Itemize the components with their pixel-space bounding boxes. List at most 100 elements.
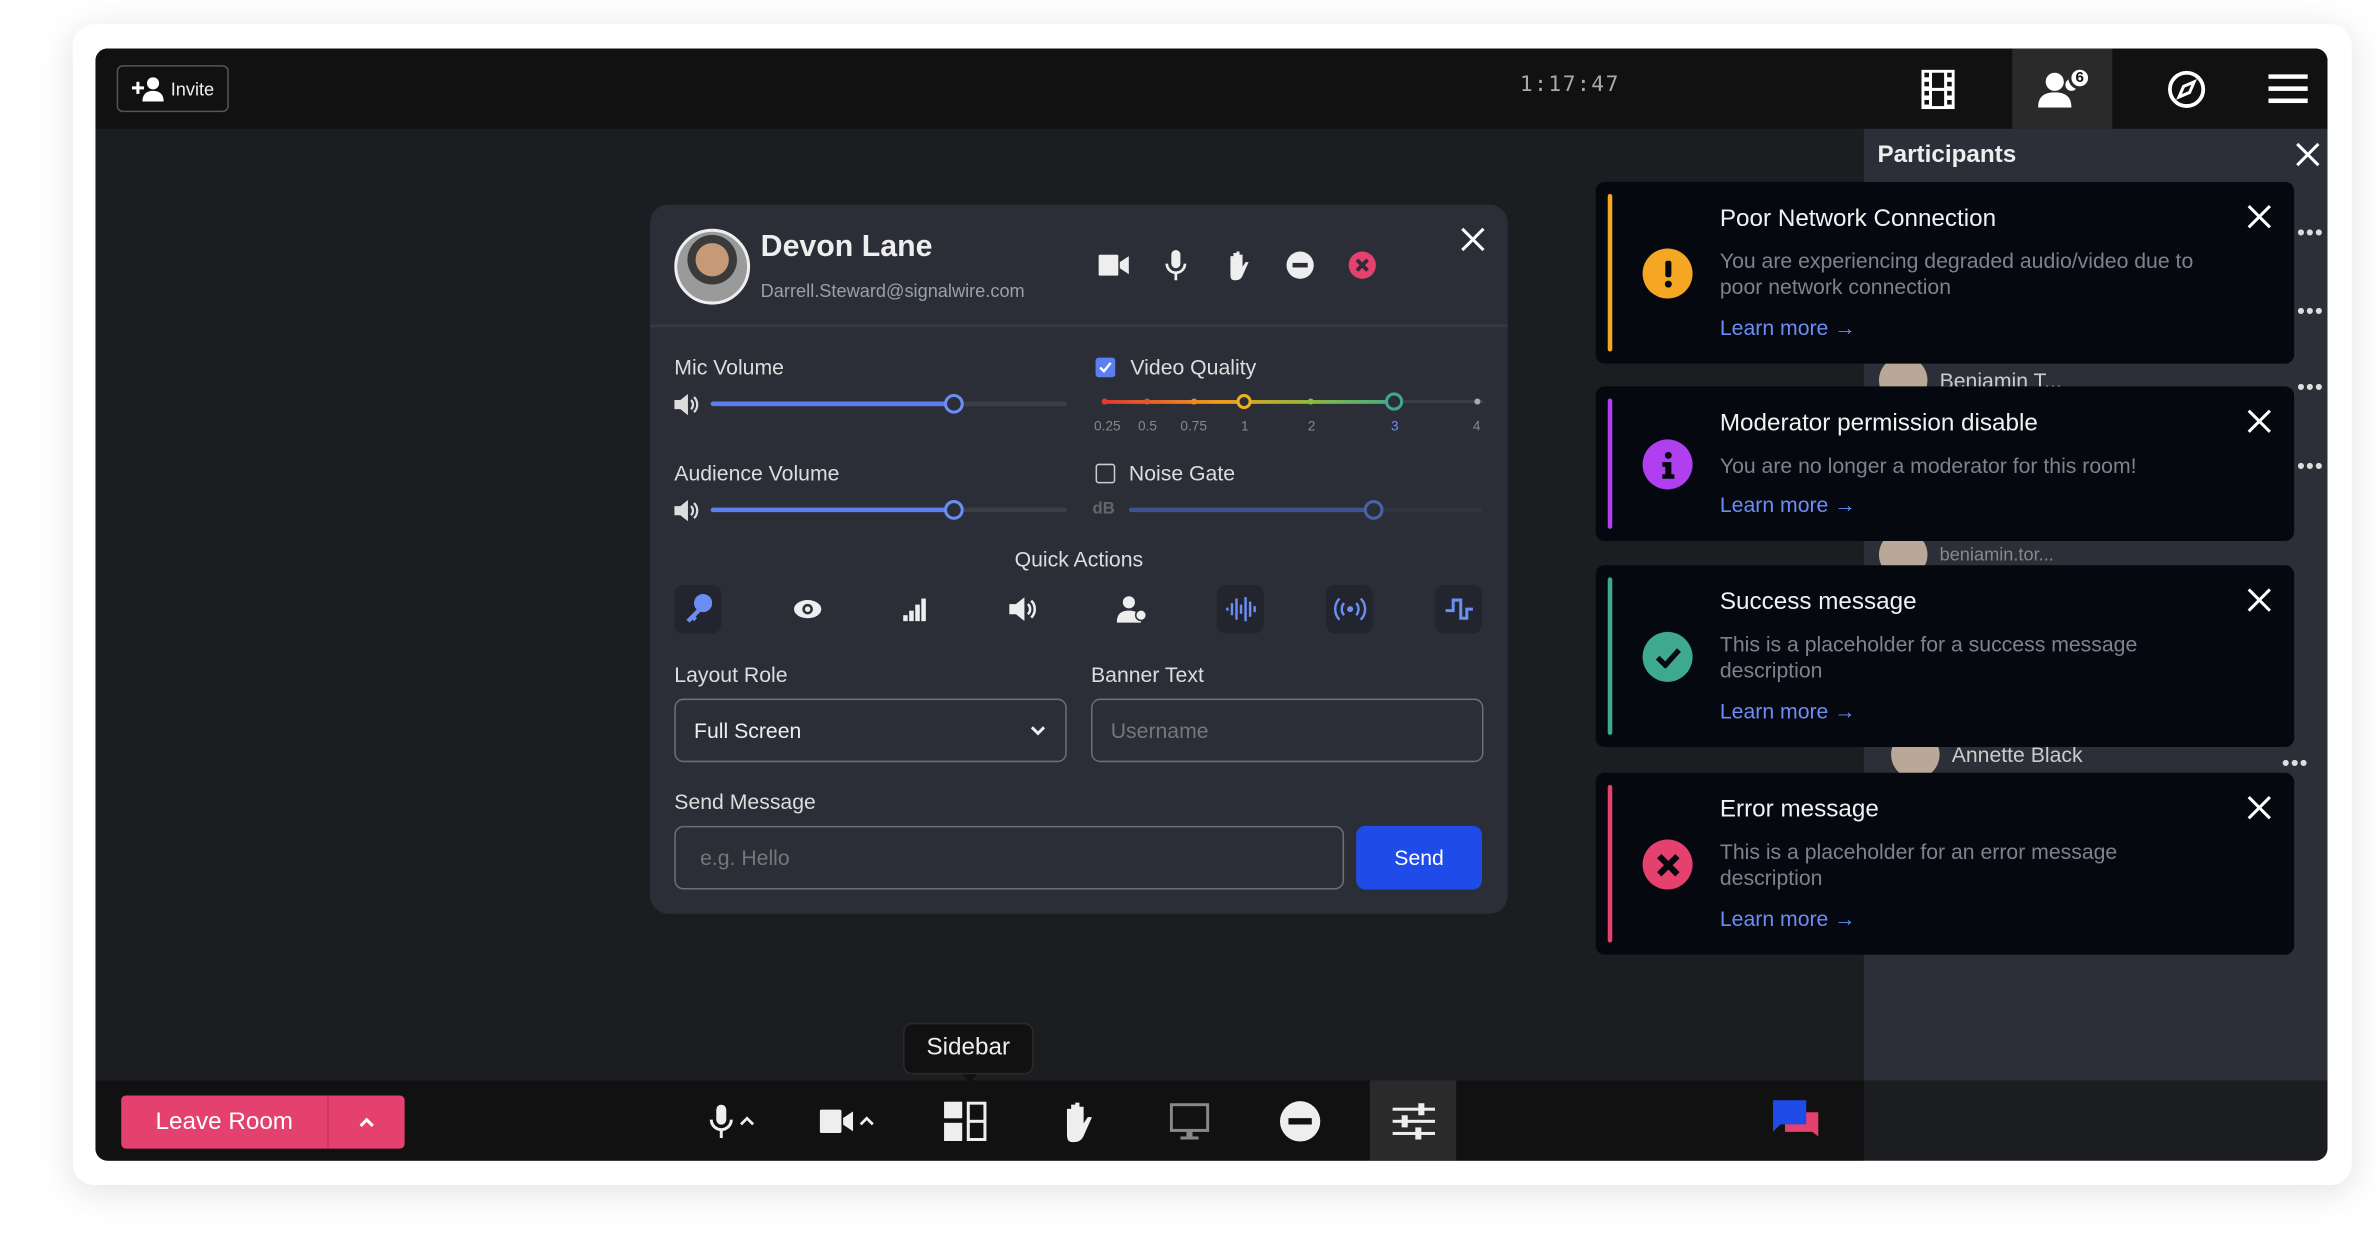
learn-more-link[interactable]: Learn more → — [1720, 492, 1856, 516]
db-unit-label: dB — [1092, 500, 1115, 519]
bottom-toolbar: Leave Room — [95, 1080, 1864, 1161]
video-icon — [819, 1108, 854, 1133]
more-icon[interactable]: ••• — [2297, 299, 2324, 323]
quick-actions-label: Quick Actions — [1014, 547, 1144, 572]
eye-action-button[interactable] — [783, 585, 830, 633]
tick-label: 2 — [1307, 418, 1316, 434]
minus-circle-icon — [1279, 1100, 1321, 1141]
hand-icon[interactable] — [1223, 250, 1253, 281]
toast-accent-bar — [1607, 398, 1613, 529]
speaker-icon — [674, 500, 699, 522]
video-icon[interactable] — [1098, 250, 1129, 280]
film-button[interactable] — [1888, 48, 1988, 128]
compass-icon — [2168, 70, 2206, 108]
info-icon — [1642, 439, 1693, 490]
screen-share-icon — [1169, 1102, 1210, 1139]
waveform-icon — [1225, 597, 1256, 622]
toast-accent-bar — [1607, 577, 1613, 735]
call-timer: 1:17:47 — [1519, 72, 1620, 97]
menu-button[interactable] — [2238, 48, 2327, 128]
layout-role-label: Layout Role — [674, 662, 788, 687]
slider-handle[interactable] — [1363, 500, 1384, 520]
video-room-app: Invite 1:17:47 6 Participants Beniamin T… — [95, 48, 2328, 1161]
learn-more-link[interactable]: Learn more → — [1720, 315, 1856, 339]
waveform-action-button[interactable] — [1216, 584, 1264, 634]
layout-role-value: Full Screen — [694, 718, 802, 743]
learn-more-link[interactable]: Learn more → — [1720, 906, 1856, 930]
more-icon[interactable]: ••• — [2297, 220, 2324, 244]
minus-circle-icon[interactable] — [1285, 250, 1315, 280]
participants-button[interactable]: 6 — [2012, 48, 2113, 129]
close-icon[interactable] — [2246, 794, 2273, 821]
send-button[interactable]: Send — [1356, 825, 1482, 890]
message-input[interactable]: e.g. Hello — [674, 825, 1345, 890]
low-handle[interactable] — [1236, 393, 1252, 410]
hand-icon — [1066, 1101, 1092, 1142]
leave-options-button[interactable] — [329, 1096, 405, 1149]
invite-button[interactable]: Invite — [116, 65, 229, 113]
remove-icon[interactable] — [1347, 250, 1377, 280]
close-participants-icon[interactable] — [2294, 141, 2321, 168]
user-action-button[interactable] — [1108, 585, 1155, 633]
user-icon — [1116, 596, 1147, 623]
audience-volume-slider[interactable] — [710, 500, 1067, 520]
pulse-action-button[interactable] — [1434, 584, 1482, 634]
broadcast-action-button[interactable] — [1325, 584, 1373, 634]
film-icon — [1921, 68, 1955, 109]
noise-gate-checkbox[interactable] — [1095, 463, 1116, 484]
chat-button[interactable] — [1772, 1080, 1819, 1160]
leave-room-button[interactable]: Leave Room — [121, 1095, 405, 1149]
high-handle[interactable] — [1384, 392, 1404, 411]
tick-mark — [1191, 398, 1198, 405]
do-not-disturb-button[interactable] — [1279, 1080, 1321, 1160]
chevron-up-icon[interactable] — [859, 1115, 874, 1126]
chevron-down-icon — [1030, 726, 1046, 736]
close-icon[interactable] — [2246, 408, 2273, 435]
close-icon[interactable] — [2246, 586, 2273, 613]
compass-button[interactable] — [2137, 48, 2237, 128]
settings-button[interactable] — [1369, 1080, 1457, 1161]
close-modal-icon[interactable] — [1459, 226, 1486, 253]
toast-title: Success message — [1719, 589, 1917, 616]
menu-icon — [2268, 73, 2308, 103]
mic-volume-slider[interactable] — [710, 393, 1067, 414]
sidebar-layout-icon — [944, 1100, 987, 1141]
toast-description: This is a placeholder for a success mess… — [1719, 631, 2138, 682]
more-icon[interactable]: ••• — [2297, 374, 2324, 398]
toast-warning: Poor Network Connection You are experien… — [1595, 181, 2295, 364]
send-message-label: Send Message — [674, 789, 816, 814]
more-icon[interactable]: ••• — [2297, 453, 2324, 477]
modal-header: Devon Lane Darrell.Steward@signalwire.co… — [650, 205, 1508, 328]
video-button[interactable] — [819, 1080, 875, 1160]
top-bar: Invite 1:17:47 6 — [95, 48, 2328, 129]
speaker-icon — [1009, 597, 1036, 622]
screen-share-button[interactable] — [1169, 1080, 1210, 1160]
close-icon[interactable] — [2246, 203, 2273, 230]
invite-label: Invite — [170, 78, 215, 100]
participant-name: Devon Lane — [760, 230, 933, 264]
slider-handle[interactable] — [943, 500, 964, 520]
slider-handle[interactable] — [943, 393, 964, 414]
avatar — [674, 228, 751, 305]
leave-room-label: Leave Room — [121, 1095, 329, 1149]
video-quality-checkbox[interactable] — [1095, 357, 1116, 378]
toast-description: You are no longer a moderator for this r… — [1719, 453, 2137, 478]
mic-button[interactable] — [709, 1080, 755, 1160]
banner-text-input[interactable]: Username — [1091, 698, 1484, 763]
chevron-up-icon[interactable] — [739, 1115, 755, 1126]
tick-label: 1 — [1241, 418, 1249, 434]
layout-role-select[interactable]: Full Screen — [674, 698, 1067, 763]
more-icon[interactable]: ••• — [2282, 750, 2309, 774]
learn-more-link[interactable]: Learn more → — [1720, 699, 1856, 723]
video-quality-slider[interactable] — [1099, 392, 1487, 411]
mic-volume-label: Mic Volume — [674, 354, 784, 379]
key-action-button[interactable] — [674, 584, 722, 634]
speaker-action-button[interactable] — [1000, 585, 1047, 633]
noise-gate-slider[interactable] — [1128, 500, 1482, 520]
signal-action-button[interactable] — [891, 585, 938, 633]
sidebar-layout-button[interactable] — [944, 1080, 987, 1160]
speaker-icon — [674, 393, 699, 416]
mic-icon[interactable] — [1161, 250, 1191, 281]
raise-hand-button[interactable] — [1061, 1080, 1094, 1160]
chat-icon — [1772, 1099, 1819, 1136]
